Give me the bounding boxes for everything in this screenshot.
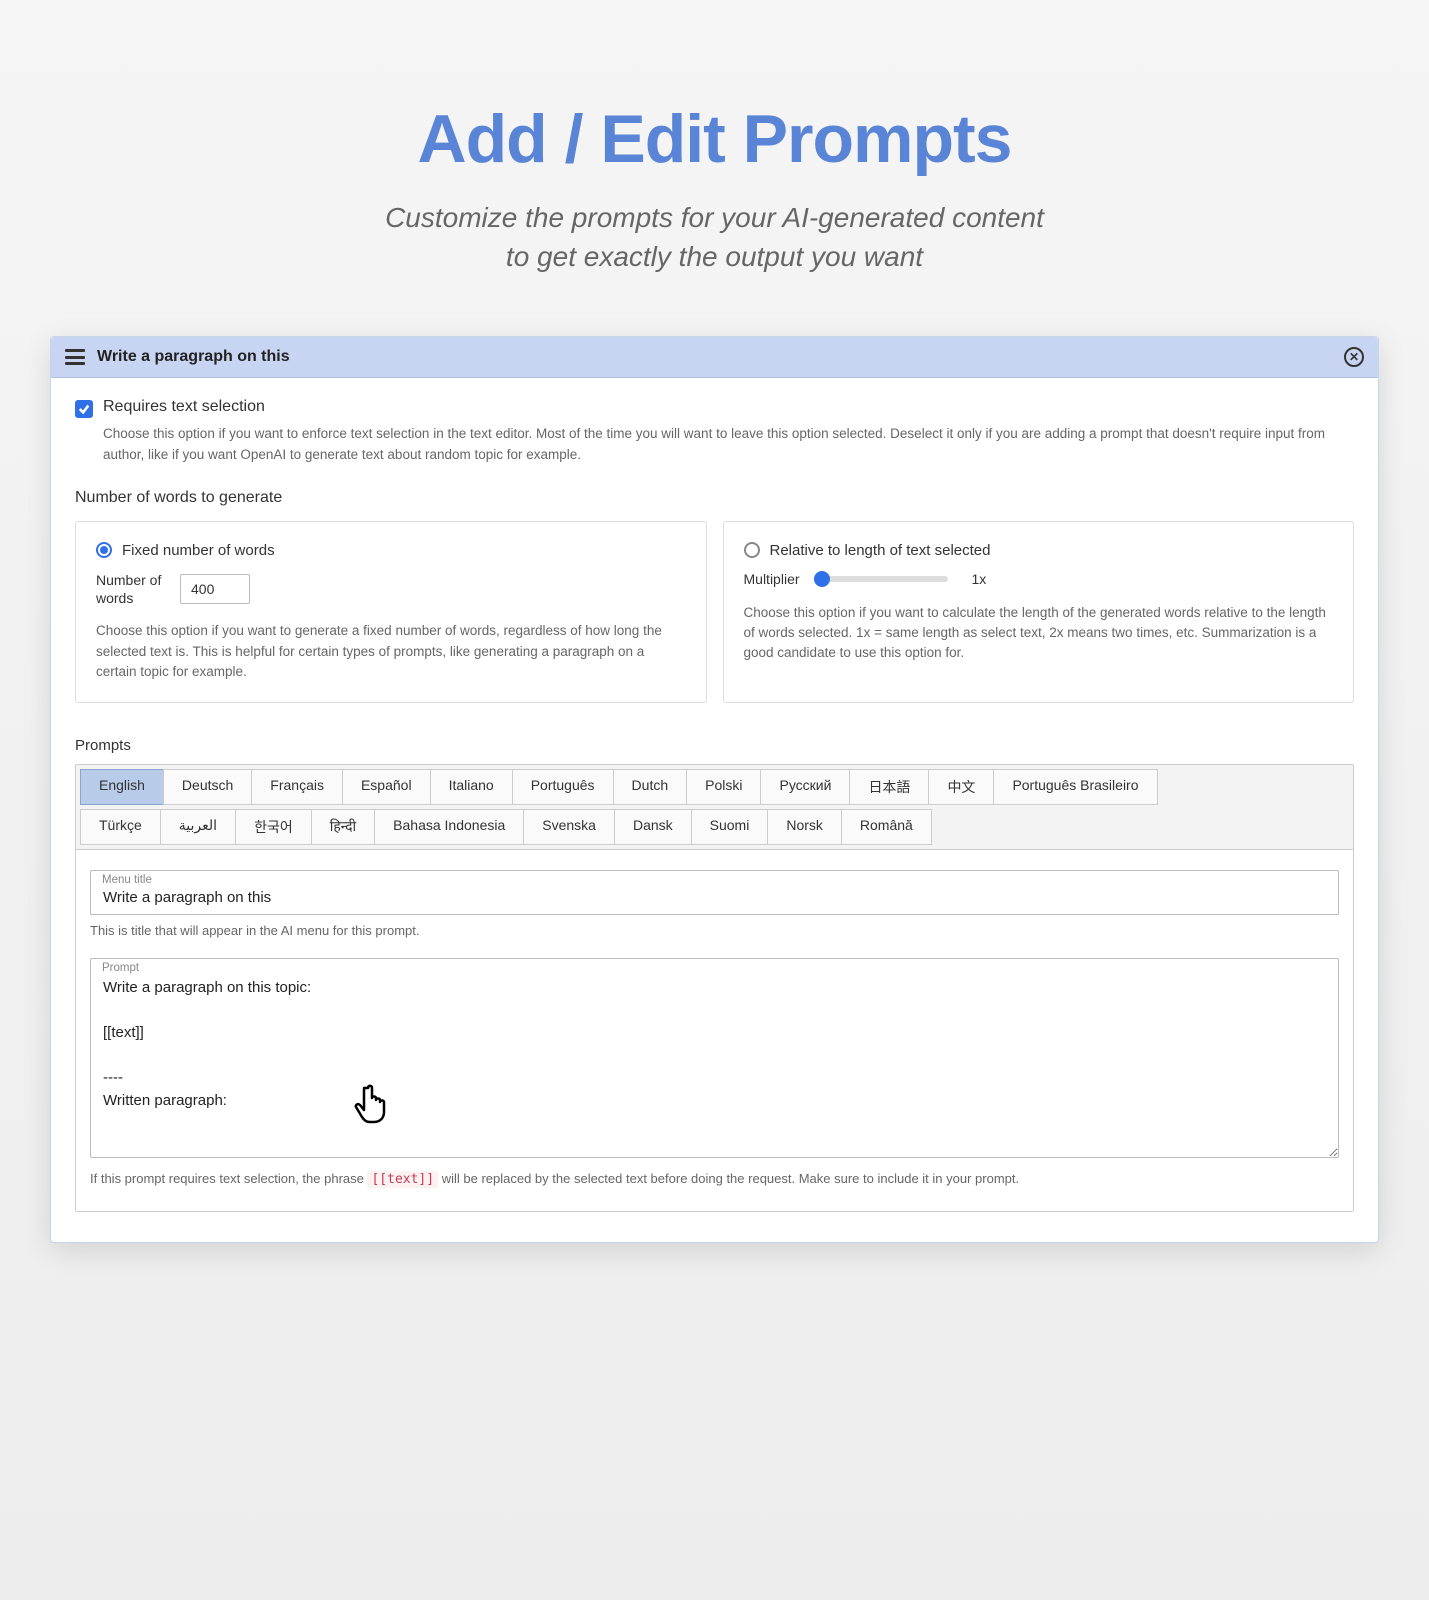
language-tabs-row-1: EnglishDeutschFrançaisEspañolItalianoPor…	[80, 769, 1349, 809]
close-icon: ✕	[1349, 350, 1359, 364]
language-tabs-container: EnglishDeutschFrançaisEspañolItalianoPor…	[75, 764, 1354, 1212]
prompt-editor-panel: Write a paragraph on this ✕ Requires tex…	[50, 336, 1379, 1243]
language-tab-italiano[interactable]: Italiano	[430, 769, 513, 805]
page-subtitle: Customize the prompts for your AI-genera…	[30, 198, 1399, 276]
page-title: Add / Edit Prompts	[30, 100, 1399, 178]
language-tab-norsk[interactable]: Norsk	[767, 809, 842, 845]
subtitle-line-2: to get exactly the output you want	[506, 241, 923, 272]
panel-title: Write a paragraph on this	[97, 348, 1344, 366]
close-button[interactable]: ✕	[1344, 347, 1364, 367]
language-tab-suomi[interactable]: Suomi	[691, 809, 769, 845]
relative-words-radio-label: Relative to length of text selected	[770, 542, 991, 559]
requires-selection-label: Requires text selection	[103, 398, 265, 416]
word-count-section-label: Number of words to generate	[75, 489, 1354, 507]
relative-words-card: Relative to length of text selected Mult…	[723, 521, 1355, 703]
helper-after: will be replaced by the selected text be…	[442, 1171, 1019, 1186]
prompt-textarea[interactable]	[90, 958, 1339, 1158]
fixed-words-radio[interactable]	[96, 542, 112, 558]
number-of-words-label: Number of words	[96, 571, 166, 607]
subtitle-line-1: Customize the prompts for your AI-genera…	[385, 202, 1044, 233]
language-tab-deutsch[interactable]: Deutsch	[163, 769, 252, 805]
relative-words-radio[interactable]	[744, 542, 760, 558]
prompts-section-label: Prompts	[75, 737, 1354, 754]
language-tab-中文[interactable]: 中文	[928, 769, 994, 805]
language-tab-română[interactable]: Română	[841, 809, 932, 845]
language-tab-русский[interactable]: Русский	[760, 769, 850, 805]
hamburger-menu-icon[interactable]	[65, 349, 85, 365]
fixed-words-card: Fixed number of words Number of words Ch…	[75, 521, 707, 703]
number-of-words-input[interactable]	[180, 574, 250, 604]
menu-title-input[interactable]	[90, 870, 1339, 915]
tab-content: Menu title This is title that will appea…	[76, 849, 1353, 1211]
text-placeholder-code: [[text]]	[367, 1171, 438, 1188]
prompt-body-label: Prompt	[102, 962, 139, 974]
multiplier-value: 1x	[972, 571, 987, 587]
language-tabs-row-2: Türkçeالعربية한국어हिन्दीBahasa IndonesiaSv…	[80, 809, 1349, 849]
multiplier-slider[interactable]	[818, 576, 948, 582]
panel-header: Write a paragraph on this ✕	[51, 337, 1378, 378]
language-tab-dutch[interactable]: Dutch	[613, 769, 688, 805]
language-tab-español[interactable]: Español	[342, 769, 431, 805]
helper-before: If this prompt requires text selection, …	[90, 1171, 367, 1186]
menu-title-label: Menu title	[102, 874, 152, 886]
language-tab-português[interactable]: Português	[512, 769, 614, 805]
slider-thumb-icon[interactable]	[814, 571, 830, 587]
language-tab-dansk[interactable]: Dansk	[614, 809, 692, 845]
language-tab-français[interactable]: Français	[251, 769, 343, 805]
language-tab-العربية[interactable]: العربية	[160, 809, 236, 845]
language-tab-bahasa-indonesia[interactable]: Bahasa Indonesia	[374, 809, 524, 845]
language-tab-日本語[interactable]: 日本語	[849, 769, 929, 805]
requires-selection-helper: Choose this option if you want to enforc…	[103, 424, 1354, 465]
multiplier-label: Multiplier	[744, 571, 804, 587]
language-tab-türkçe[interactable]: Türkçe	[80, 809, 161, 845]
requires-selection-checkbox[interactable]	[75, 400, 93, 418]
language-tab-हिन्दी[interactable]: हिन्दी	[311, 809, 375, 845]
language-tab-polski[interactable]: Polski	[686, 769, 761, 805]
language-tab-한국어[interactable]: 한국어	[235, 809, 312, 845]
fixed-words-helper: Choose this option if you want to genera…	[96, 621, 686, 682]
language-tab-português-brasileiro[interactable]: Português Brasileiro	[993, 769, 1157, 805]
menu-title-helper: This is title that will appear in the AI…	[90, 923, 1339, 938]
relative-words-helper: Choose this option if you want to calcul…	[744, 603, 1334, 664]
language-tab-english[interactable]: English	[80, 769, 164, 805]
fixed-words-radio-label: Fixed number of words	[122, 542, 275, 559]
prompt-body-helper: If this prompt requires text selection, …	[90, 1171, 1339, 1187]
language-tab-svenska[interactable]: Svenska	[523, 809, 615, 845]
